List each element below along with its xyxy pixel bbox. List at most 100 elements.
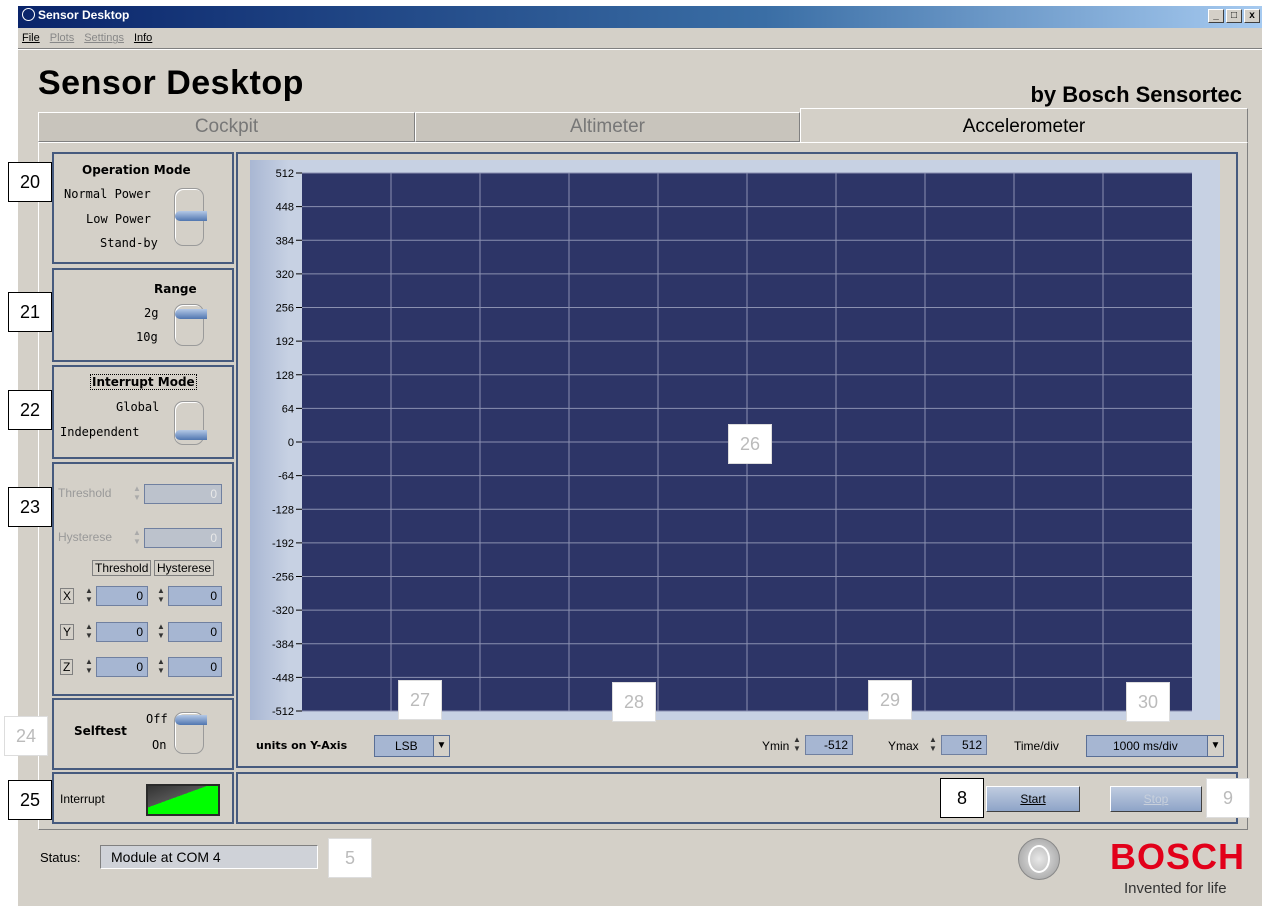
low-power-label[interactable]: Low Power — [86, 212, 151, 226]
y-threshold-input[interactable]: 0 — [96, 622, 148, 642]
y-tick-label: -448 — [272, 672, 294, 684]
threshold-spinner[interactable]: ▲ ▼ — [132, 484, 142, 504]
range-10g-label[interactable]: 10g — [136, 330, 158, 344]
range-panel: Range 2g 10g — [52, 268, 234, 362]
selftest-switch[interactable] — [174, 712, 207, 754]
z-threshold-spinner[interactable]: ▲ ▼ — [84, 657, 94, 677]
ymin-input[interactable]: -512 — [805, 735, 853, 755]
y-tick-label: 0 — [288, 437, 294, 449]
col-threshold-header: Threshold — [92, 560, 152, 576]
tab-altimeter[interactable]: Altimeter — [415, 112, 800, 142]
brand-tagline: Invented for life — [1124, 880, 1227, 897]
stop-button[interactable]: Stop — [1110, 786, 1202, 812]
range-2g-label[interactable]: 2g — [144, 306, 158, 320]
tab-accelerometer[interactable]: Accelerometer — [800, 108, 1248, 142]
hysterese-spinner[interactable]: ▲ ▼ — [132, 528, 142, 548]
col-hysterese-header: Hysterese — [154, 560, 215, 576]
z-hysterese-input[interactable]: 0 — [168, 657, 222, 677]
interrupt-label: Interrupt — [60, 792, 105, 806]
y-tick-label: -512 — [272, 706, 294, 718]
x-hysterese-spinner[interactable]: ▲ ▼ — [156, 586, 166, 606]
hysterese-label: Hysterese — [58, 530, 113, 544]
callout-26: 26 — [728, 424, 772, 464]
x-hysterese-input[interactable]: 0 — [168, 586, 222, 606]
threshold-input[interactable]: 0 — [144, 484, 222, 504]
y-hysterese-input[interactable]: 0 — [168, 622, 222, 642]
app-icon — [22, 8, 35, 21]
menu-bar: File Plots Settings Info — [18, 28, 1262, 48]
window-title: Sensor Desktop — [38, 8, 130, 22]
menu-file[interactable]: File — [22, 32, 40, 44]
stop-label: Stop — [1143, 792, 1169, 806]
operation-mode-title: Operation Mode — [82, 163, 191, 177]
selftest-on-label[interactable]: On — [152, 738, 166, 752]
brand-name: BOSCH — [1110, 836, 1246, 877]
switch-knob[interactable] — [175, 211, 207, 221]
page-subtitle: by Bosch Sensortec — [1030, 82, 1242, 107]
control-bar — [236, 772, 1238, 824]
tab-cockpit[interactable]: Cockpit — [38, 112, 415, 142]
y-tick-label: 128 — [276, 370, 294, 382]
callout-24: 24 — [4, 716, 48, 756]
global-label[interactable]: Global — [116, 400, 159, 414]
close-button[interactable]: x — [1244, 9, 1260, 23]
axis-z-label: Z — [60, 659, 74, 675]
standby-label[interactable]: Stand-by — [100, 236, 158, 250]
independent-label[interactable]: Independent — [60, 425, 139, 439]
interrupt-led — [146, 784, 220, 816]
minimize-button[interactable]: _ — [1208, 9, 1224, 23]
y-hysterese-spinner[interactable]: ▲ ▼ — [156, 622, 166, 642]
callout-30: 30 — [1126, 682, 1170, 722]
y-tick-label: 64 — [282, 403, 294, 415]
ymax-label: Ymax — [888, 739, 919, 753]
y-tick-label: -128 — [272, 504, 294, 516]
timediv-value: 1000 ms/div — [1113, 739, 1178, 753]
z-threshold-input[interactable]: 0 — [96, 657, 148, 677]
normal-power-label[interactable]: Normal Power — [64, 187, 151, 201]
menu-info[interactable]: Info — [134, 32, 152, 44]
y-tick-label: 320 — [276, 269, 294, 281]
chevron-down-icon[interactable]: ▼ — [433, 736, 449, 756]
selftest-off-label[interactable]: Off — [146, 712, 168, 726]
switch-knob[interactable] — [175, 430, 207, 440]
interrupt-mode-switch[interactable] — [174, 401, 207, 445]
y-tick-label: 384 — [276, 235, 294, 247]
operation-mode-switch[interactable] — [174, 188, 207, 246]
menu-plots[interactable]: Plots — [50, 32, 74, 44]
interrupt-mode-title: Interrupt Mode — [90, 374, 197, 390]
callout-28: 28 — [612, 682, 656, 722]
x-threshold-input[interactable]: 0 — [96, 586, 148, 606]
selftest-title: Selftest — [74, 724, 127, 738]
y-tick-label: 256 — [276, 303, 294, 315]
y-tick-label: -320 — [272, 605, 294, 617]
y-tick-label: 192 — [276, 336, 294, 348]
y-tick-label: 448 — [276, 202, 294, 214]
units-value: LSB — [395, 739, 418, 753]
selftest-panel: Selftest Off On — [52, 698, 234, 770]
menu-settings[interactable]: Settings — [84, 32, 124, 44]
y-tick-label: 512 — [276, 168, 294, 180]
units-dropdown[interactable]: LSB ▼ — [374, 735, 450, 757]
y-tick-label: -192 — [272, 538, 294, 550]
callout-21: 21 — [8, 292, 52, 332]
units-label: units on Y-Axis — [256, 739, 348, 752]
ymax-input[interactable]: 512 — [941, 735, 987, 755]
z-hysterese-spinner[interactable]: ▲ ▼ — [156, 657, 166, 677]
axis-x-label: X — [60, 588, 75, 604]
maximize-button[interactable]: □ — [1226, 9, 1242, 23]
switch-knob[interactable] — [175, 309, 207, 319]
chevron-down-icon[interactable]: ▼ — [1207, 736, 1223, 756]
ymin-spinner[interactable]: ▲ ▼ — [792, 735, 802, 755]
start-button[interactable]: Start — [986, 786, 1080, 812]
title-bar: Sensor Desktop _ □ x — [18, 6, 1262, 28]
y-threshold-spinner[interactable]: ▲ ▼ — [84, 622, 94, 642]
switch-knob[interactable] — [175, 715, 207, 725]
timediv-dropdown[interactable]: 1000 ms/div ▼ — [1086, 735, 1224, 757]
x-threshold-spinner[interactable]: ▲ ▼ — [84, 586, 94, 606]
bosch-logo-icon — [1018, 838, 1060, 880]
axis-y-label: Y — [60, 624, 75, 640]
ymax-spinner[interactable]: ▲ ▼ — [928, 735, 938, 755]
hysterese-input[interactable]: 0 — [144, 528, 222, 548]
range-switch[interactable] — [174, 304, 207, 346]
operation-mode-panel: Operation Mode Normal Power Low Power St… — [52, 152, 234, 264]
